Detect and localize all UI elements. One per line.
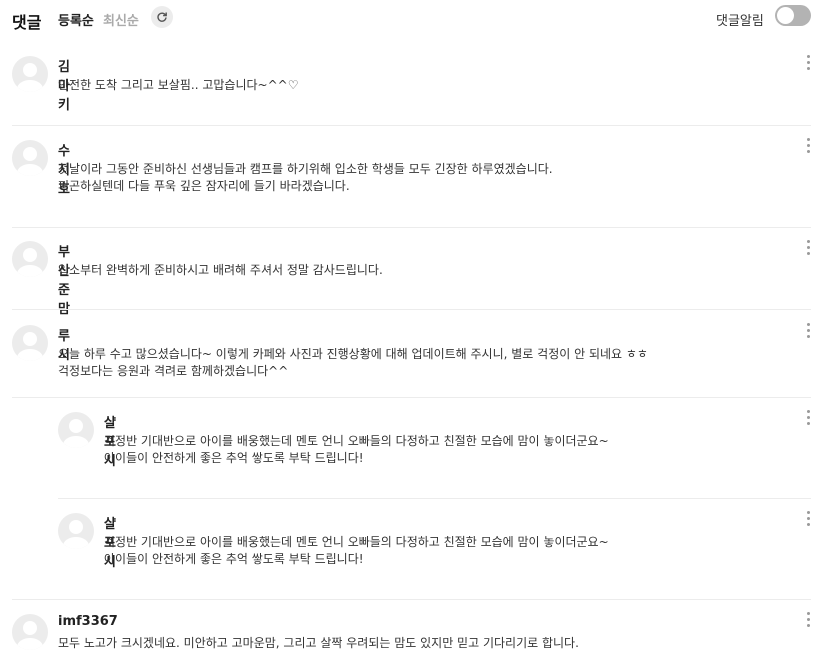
divider [12, 125, 811, 126]
more-options-icon[interactable] [806, 410, 812, 428]
user-silhouette-icon [17, 147, 43, 176]
comment-line: 걱정보다는 응원과 격려로 함께하겠습니다^^ [58, 364, 289, 378]
comment-line: 첫날이라 그동안 준비하신 선생님들과 캠프를 하기위해 입소한 학생들 모두 … [58, 162, 553, 176]
comment-author[interactable]: imf3367 [58, 614, 118, 629]
user-silhouette-icon [63, 520, 89, 549]
comment-line: 입소부터 완벽하게 준비하시고 배려해 주셔서 정말 감사드립니다. [58, 263, 383, 277]
divider [58, 498, 811, 499]
avatar[interactable] [58, 513, 94, 549]
more-options-icon[interactable] [806, 323, 812, 341]
comments-title: 댓글 [12, 13, 42, 32]
comment-notification-label: 댓글알림 [716, 14, 764, 29]
comment-line: 아이들이 안전하게 좋은 추억 쌓도록 부탁 드립니다! [104, 451, 364, 465]
comment-text: 오늘 하루 수고 많으셨습니다~ 이렇게 카페와 사진과 진행상황에 대해 업데… [58, 346, 648, 380]
sort-by-registered[interactable]: 등록순 [58, 10, 94, 29]
user-silhouette-icon [17, 621, 43, 650]
avatar[interactable] [12, 325, 48, 361]
user-silhouette-icon [17, 63, 43, 92]
avatar[interactable] [58, 412, 94, 448]
comment-line: 아이들이 안전하게 좋은 추억 쌓도록 부탁 드립니다! [104, 552, 364, 566]
divider [12, 309, 811, 310]
divider [12, 599, 811, 600]
comment-notification-toggle[interactable] [775, 5, 811, 26]
comment-line: 걱정반 기대반으로 아이를 배웅했는데 멘토 언니 오빠들의 다정하고 친절한 … [104, 434, 609, 448]
more-options-icon[interactable] [806, 55, 812, 73]
avatar[interactable] [12, 241, 48, 277]
refresh-button[interactable] [151, 6, 173, 28]
comment-text: 걱정반 기대반으로 아이를 배웅했는데 멘토 언니 오빠들의 다정하고 친절한 … [104, 534, 609, 568]
comment-line: 걱정반 기대반으로 아이를 배웅했는데 멘토 언니 오빠들의 다정하고 친절한 … [104, 535, 609, 549]
comment-author[interactable]: 부산준맘 [58, 241, 70, 317]
user-silhouette-icon [63, 419, 89, 448]
toggle-knob [777, 7, 794, 24]
comments-header: 댓글 등록순 최신순 댓글알림 [0, 0, 837, 36]
comment-text: 걱정반 기대반으로 아이를 배웅했는데 멘토 언니 오빠들의 다정하고 친절한 … [104, 433, 609, 467]
comment-line: 오늘 하루 수고 많으셨습니다~ 이렇게 카페와 사진과 진행상황에 대해 업데… [58, 347, 648, 361]
sort-by-latest[interactable]: 최신순 [103, 10, 139, 29]
divider [12, 227, 811, 228]
avatar[interactable] [12, 140, 48, 176]
user-silhouette-icon [17, 248, 43, 277]
avatar[interactable] [12, 56, 48, 92]
avatar[interactable] [12, 614, 48, 650]
more-options-icon[interactable] [806, 240, 812, 258]
comment-text: 첫날이라 그동안 준비하신 선생님들과 캠프를 하기위해 입소한 학생들 모두 … [58, 161, 553, 195]
comment-text: 입소부터 완벽하게 준비하시고 배려해 주셔서 정말 감사드립니다. [58, 262, 383, 279]
more-options-icon[interactable] [806, 138, 812, 156]
comment-line: 피곤하실텐데 다들 푸욱 깊은 잠자리에 들기 바라겠습니다. [58, 179, 350, 193]
comment-line: 모두 노고가 크시겠네요. 미안하고 고마운맘, 그리고 살짝 우려되는 맘도 … [58, 636, 579, 650]
comment-text: 모두 노고가 크시겠네요. 미안하고 고마운맘, 그리고 살짝 우려되는 맘도 … [58, 635, 579, 652]
more-options-icon[interactable] [806, 511, 812, 529]
refresh-icon [157, 12, 167, 22]
comment-text: 안전한 도착 그리고 보살핌.. 고맙습니다~^^♡ [58, 77, 298, 94]
comment-line: 안전한 도착 그리고 보살핌.. 고맙습니다~^^♡ [58, 78, 299, 92]
more-options-icon[interactable] [806, 612, 812, 630]
divider [12, 397, 811, 398]
user-silhouette-icon [17, 332, 43, 361]
